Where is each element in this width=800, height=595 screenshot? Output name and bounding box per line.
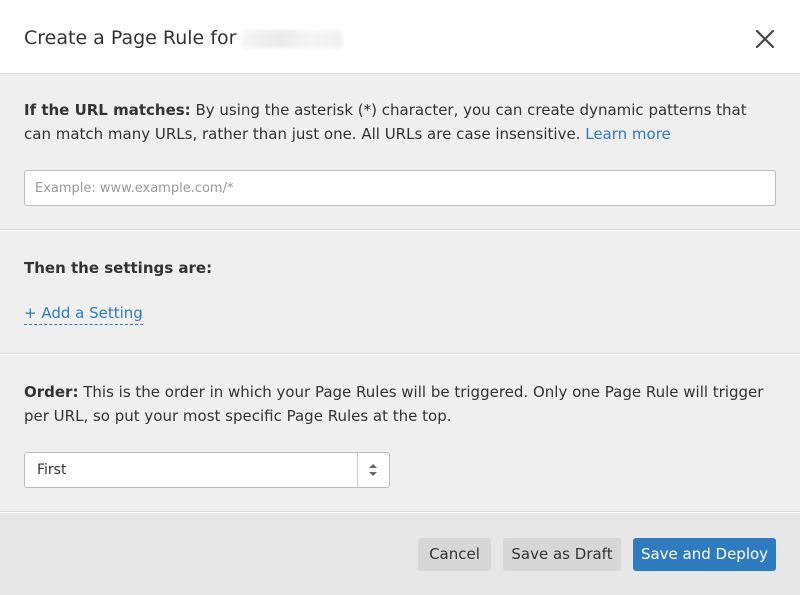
order-description: Order: This is the order in which your P… xyxy=(24,380,764,428)
modal-header: Create a Page Rule for xyxy=(0,0,800,74)
select-arrows-icon xyxy=(369,464,377,476)
cancel-button[interactable]: Cancel xyxy=(418,538,491,571)
redacted-domain xyxy=(242,29,343,48)
close-icon xyxy=(755,29,775,49)
order-section: Order: This is the order in which your P… xyxy=(0,355,800,512)
url-match-description: If the URL matches: By using the asteris… xyxy=(24,98,764,146)
modal-title-text: Create a Page Rule for xyxy=(24,27,237,49)
url-match-label: If the URL matches: xyxy=(24,101,191,119)
page-rule-modal: Create a Page Rule for If the URL matche… xyxy=(0,0,800,595)
url-pattern-input[interactable] xyxy=(24,170,776,206)
order-label: Order: xyxy=(24,383,79,401)
learn-more-link[interactable]: Learn more xyxy=(585,125,671,143)
modal-footer: Cancel Save as Draft Save and Deploy xyxy=(0,513,800,595)
order-select[interactable]: First xyxy=(24,452,390,488)
add-setting-link[interactable]: + Add a Setting xyxy=(24,304,143,325)
url-match-section: If the URL matches: By using the asteris… xyxy=(0,74,800,230)
settings-heading: Then the settings are: xyxy=(24,259,213,277)
save-draft-button[interactable]: Save as Draft xyxy=(503,538,621,571)
close-button[interactable] xyxy=(752,26,778,52)
select-divider xyxy=(357,453,358,487)
order-text: This is the order in which your Page Rul… xyxy=(24,383,764,425)
settings-section: Then the settings are: + Add a Setting xyxy=(0,231,800,354)
save-deploy-button[interactable]: Save and Deploy xyxy=(633,538,776,571)
order-select-value: First xyxy=(37,462,67,478)
modal-title: Create a Page Rule for xyxy=(24,27,343,49)
